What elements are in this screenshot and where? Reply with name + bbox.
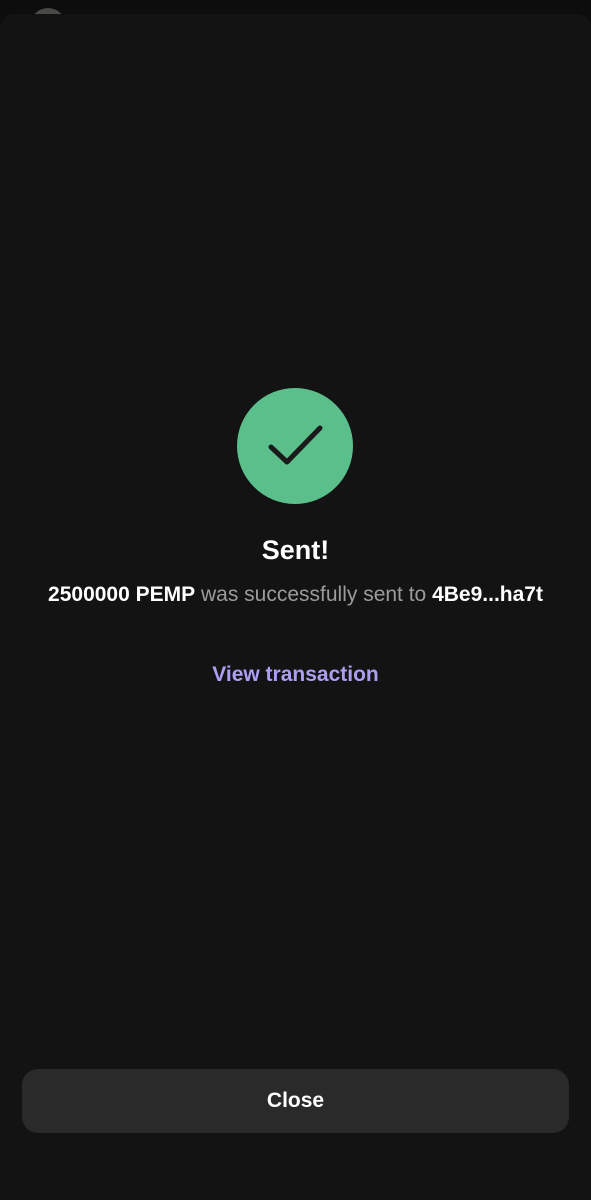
sent-amount: 2500000 PEMP [48,583,196,606]
message-text: was successfully sent to [195,583,433,606]
success-badge [237,388,353,504]
recipient-address: 4Be9...ha7t [432,583,543,606]
checkmark-icon [268,425,323,465]
page-title: Sent! [261,535,330,565]
view-transaction-link[interactable]: View transaction [0,660,591,690]
transaction-result-sheet: Sent! 2500000 PEMP was successfully sent… [0,14,591,1200]
close-button[interactable]: Close [22,1069,569,1133]
success-message: 2500000 PEMP was successfully sent to 4B… [40,580,551,610]
